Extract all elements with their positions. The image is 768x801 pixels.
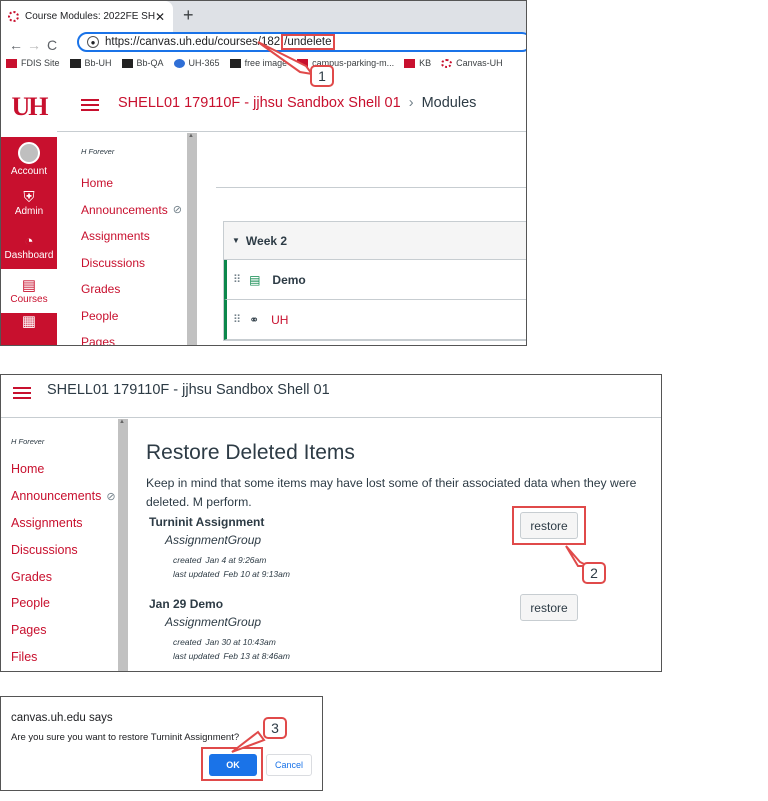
scrollbar[interactable] (187, 133, 197, 345)
course-nav-files[interactable]: Files (11, 644, 116, 671)
page-title: Restore Deleted Items (146, 441, 355, 464)
bookmark-uh365[interactable]: UH-365 (173, 58, 220, 68)
module-title: Week 2 (245, 233, 288, 248)
bookmarks-bar: FDIS Site Bb-UH Bb-QA UH-365 free image … (1, 53, 513, 73)
dashboard-icon: ◔ (24, 233, 34, 250)
page-icon: ▤ (249, 272, 261, 287)
course-nav-assignments[interactable]: Assignments (11, 510, 116, 537)
site-info-icon[interactable]: ● (87, 36, 99, 48)
course-subtitle: H Forever (81, 147, 115, 156)
course-nav-announcements[interactable]: Announcements ⊘ (81, 197, 182, 224)
bookmark-canvas-uh[interactable]: Canvas-UH (441, 58, 503, 68)
course-nav-pages[interactable]: Pages (81, 329, 182, 345)
breadcrumb-course[interactable]: SHELL01 179110F - jjhsu Sandbox Shell 01 (47, 382, 330, 398)
course-navigation: H Forever Home Announcements ⊘ Assignment… (81, 147, 182, 345)
course-nav-discussions[interactable]: Discussions (81, 250, 182, 277)
item-meta: created Jan 30 at 10:43am last updated Fe… (173, 637, 290, 661)
bookmark-free-image[interactable]: free image (229, 58, 287, 68)
uh-logo[interactable]: UH (1, 77, 57, 137)
confirm-dialog: canvas.uh.edu says Are you sure you want… (0, 696, 323, 791)
module-week-2: ▼ Week 2 ⠿ ▤ Demo ⠿ ⚭ UH (223, 221, 526, 341)
new-tab-button[interactable]: + (183, 5, 194, 26)
global-nav-account[interactable]: Account (1, 137, 57, 181)
global-navigation: UH Account ⛨ Admin ◔ Dashboard ▤ Courses… (1, 77, 57, 345)
dialog-title: canvas.uh.edu says (11, 712, 113, 724)
canvas-page: UH Account ⛨ Admin ◔ Dashboard ▤ Courses… (1, 77, 526, 345)
hamburger-menu-icon[interactable] (81, 99, 99, 111)
header-divider (57, 131, 526, 132)
back-icon[interactable]: ← (7, 37, 25, 53)
global-nav-calendar[interactable]: ▦ (1, 313, 57, 335)
breadcrumb-course[interactable]: SHELL01 179110F - jjhsu Sandbox Shell 01 (118, 95, 401, 111)
calendar-icon: ▦ (21, 313, 37, 330)
module-item[interactable]: ⠿ ⚭ UH (224, 300, 526, 340)
module-item-title[interactable]: Demo (272, 273, 305, 287)
step-callout-3: 3 (263, 717, 287, 739)
link-icon: ⚭ (249, 312, 260, 327)
tab-strip: Course Modules: 2022FE SHELL0 ✕ + (1, 1, 526, 32)
cancel-button[interactable]: Cancel (266, 754, 312, 776)
bookmark-bb-qa[interactable]: Bb-QA (121, 58, 164, 68)
highlight-box (201, 747, 263, 781)
course-nav-home[interactable]: Home (81, 170, 182, 197)
hidden-eye-icon: ⊘ (106, 490, 116, 503)
course-nav-grades[interactable]: Grades (11, 563, 116, 590)
course-nav-assignments[interactable]: Assignments (81, 223, 182, 250)
restore-page-panel: SHELL01 179110F - jjhsu Sandbox Shell 01… (0, 374, 662, 672)
drag-handle-icon[interactable]: ⠿ (233, 313, 241, 326)
breadcrumb-separator: › (408, 95, 414, 111)
global-nav-courses[interactable]: ▤ Courses (1, 269, 57, 313)
module-item-title[interactable]: UH (271, 313, 288, 327)
collapse-caret-icon[interactable]: ▼ (232, 236, 240, 245)
global-nav-dashboard[interactable]: ◔ Dashboard (1, 225, 57, 269)
step-callout-1: 1 (310, 65, 334, 87)
address-bar[interactable]: ● https://canvas.uh.edu/courses/182/unde… (77, 32, 526, 52)
book-icon: ▤ (21, 277, 37, 294)
tab-title: Course Modules: 2022FE SHELL0 (25, 11, 155, 22)
step-callout-2: 2 (582, 562, 606, 584)
content-divider (216, 187, 526, 188)
highlight-box (512, 506, 586, 545)
url-text: https://canvas.uh.edu/courses/182 (105, 36, 281, 48)
hidden-eye-icon: ⊘ (172, 204, 182, 217)
course-subtitle: H Forever (11, 437, 45, 446)
canvas-favicon-icon (8, 11, 19, 22)
breadcrumb-page: Modules (421, 95, 477, 111)
module-header[interactable]: ▼ Week 2 (224, 222, 526, 260)
bookmark-bb-uh[interactable]: Bb-UH (69, 58, 112, 68)
scrollbar[interactable] (118, 419, 128, 671)
browser-screenshot-panel: Course Modules: 2022FE SHELL0 ✕ + ← → C … (0, 0, 527, 346)
url-highlight: /undelete (281, 34, 335, 50)
global-nav-admin[interactable]: ⛨ Admin (1, 181, 57, 225)
drag-handle-icon[interactable]: ⠿ (233, 273, 241, 286)
hamburger-menu-icon[interactable] (13, 387, 31, 399)
bookmark-kb[interactable]: KB (404, 58, 431, 68)
course-nav-discussions[interactable]: Discussions (11, 536, 116, 563)
breadcrumb: SHELL01 179110F - jjhsu Sandbox Shell 01… (118, 95, 476, 111)
browser-tab[interactable]: Course Modules: 2022FE SHELL0 ✕ (1, 1, 173, 32)
restore-button[interactable]: restore (520, 594, 578, 621)
header-divider (1, 417, 661, 418)
forward-icon[interactable]: → (25, 37, 43, 53)
item-meta: created Jan 4 at 9:26am last updated Feb … (173, 555, 290, 579)
dialog-message: Are you sure you want to restore Turnini… (11, 732, 240, 743)
course-nav-pages[interactable]: Pages (11, 617, 116, 644)
avatar (18, 141, 40, 164)
course-nav-people[interactable]: People (81, 303, 182, 330)
course-nav-people[interactable]: People (11, 590, 116, 617)
course-nav-grades[interactable]: Grades (81, 276, 182, 303)
course-nav-home[interactable]: Home (11, 456, 116, 483)
module-item[interactable]: ⠿ ▤ Demo (224, 260, 526, 300)
close-tab-icon[interactable]: ✕ (155, 10, 165, 24)
course-nav-announcements[interactable]: Announcements ⊘ (11, 483, 116, 510)
shield-icon: ⛨ (23, 189, 35, 206)
bookmark-fdis[interactable]: FDIS Site (6, 58, 60, 68)
course-navigation: H Forever Home Announcements ⊘ Assignment… (11, 437, 116, 670)
reload-icon[interactable]: C (43, 37, 61, 53)
